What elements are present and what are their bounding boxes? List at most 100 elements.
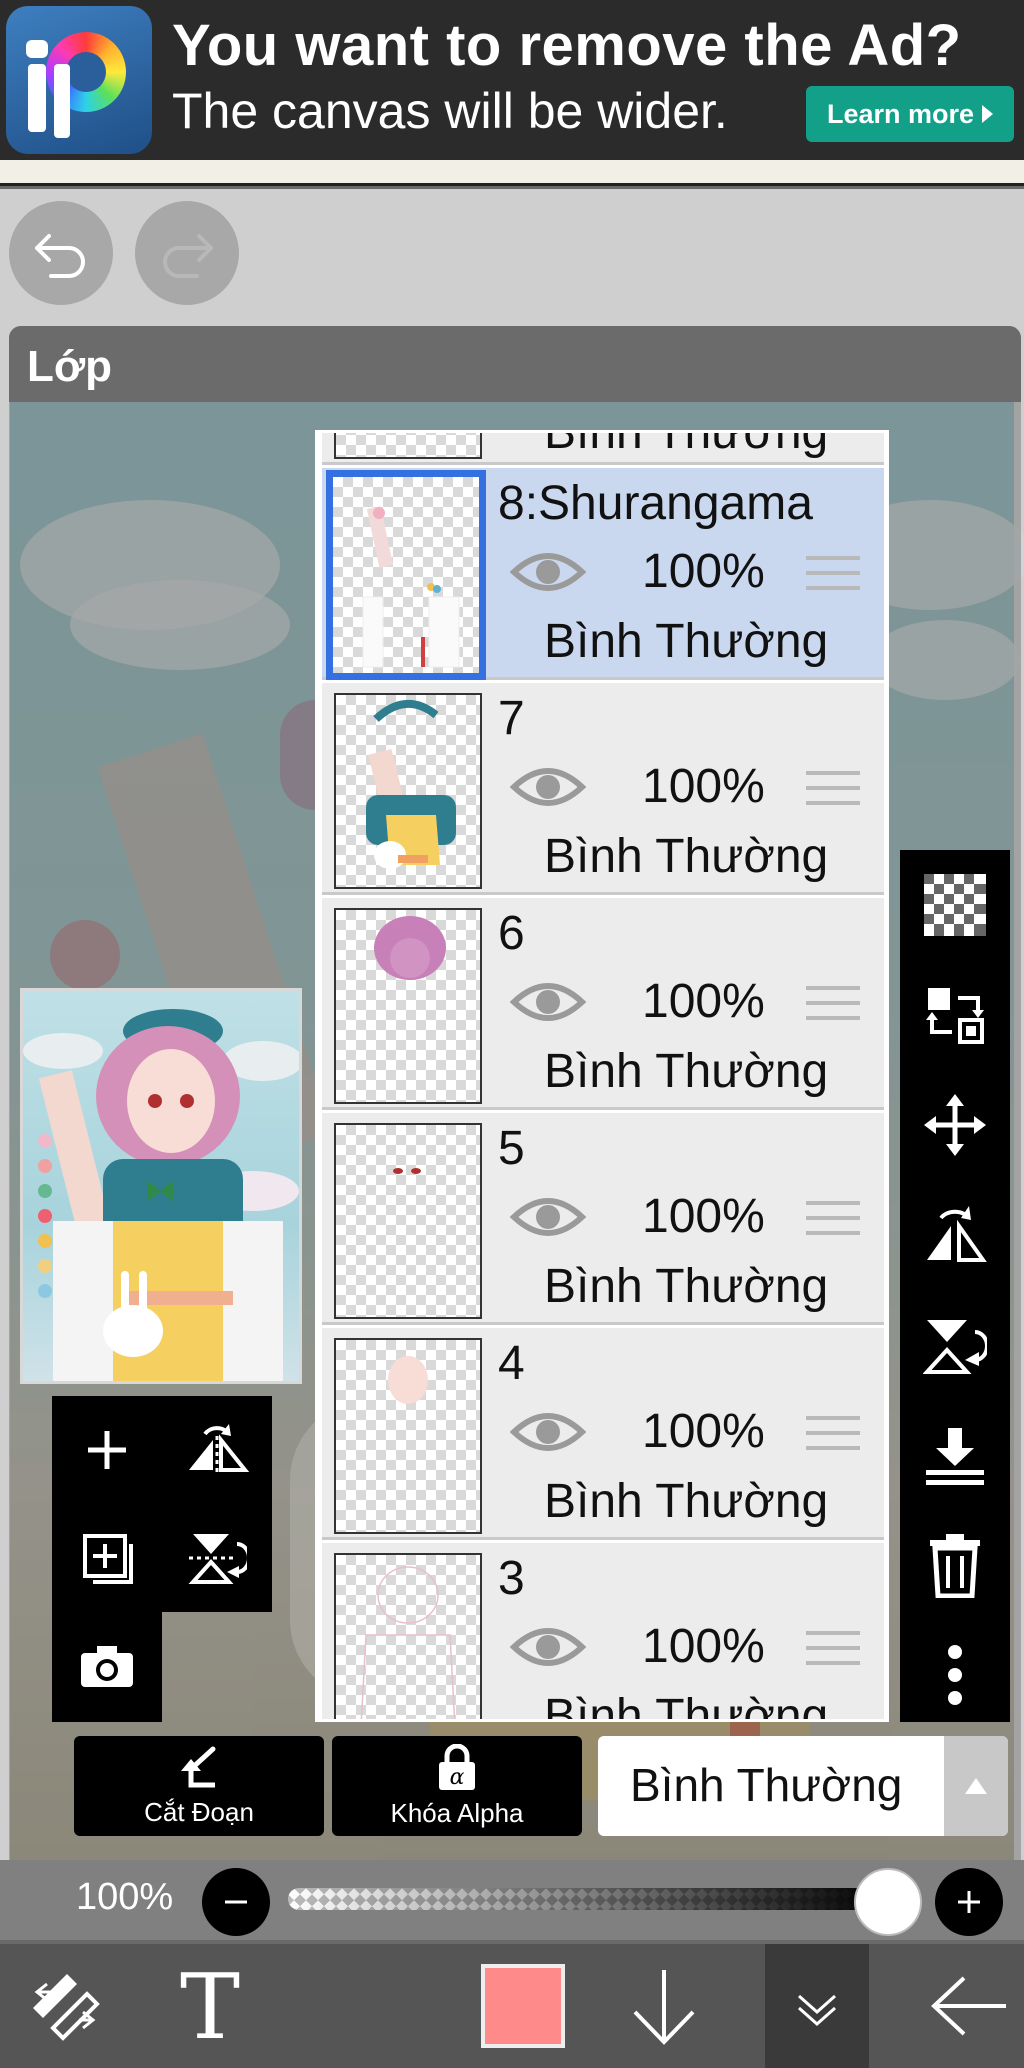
opacity-decrease-button[interactable] [202, 1868, 270, 1936]
opacity-slider[interactable] [288, 1888, 888, 1910]
bottom-toolbar: T [0, 1944, 1024, 2068]
left-toolbox [52, 1396, 272, 1612]
layer-row[interactable]: 7 100% Bình Thường [322, 683, 884, 895]
layer-blend-mode: Bình Thường [544, 830, 829, 883]
collapse-panel-button[interactable] [765, 1944, 869, 2068]
opacity-label: 100% [76, 1876, 174, 1918]
drag-handle-icon[interactable] [806, 1416, 860, 1456]
layer-name: 8:Shurangama [498, 477, 813, 530]
visibility-eye-icon[interactable] [510, 761, 586, 813]
layer-name: 6 [498, 907, 525, 960]
more-options-button[interactable] [900, 1620, 1010, 1730]
drag-handle-icon[interactable] [806, 771, 860, 811]
blend-mode-select[interactable]: Bình Thường [598, 1736, 1008, 1836]
down-arrow-icon [633, 1970, 695, 2045]
duplicate-layer-button[interactable] [52, 1504, 162, 1612]
layer-blend-mode: Bình Thường [544, 1475, 829, 1528]
layer-opacity: 100% [642, 1190, 765, 1243]
flip-horizontal-icon [189, 1424, 249, 1476]
ad-banner[interactable]: You want to remove the Ad? The canvas wi… [0, 0, 1024, 160]
more-icon [948, 1645, 962, 1705]
clipping-label: Cắt Đoạn [144, 1796, 254, 1827]
ad-subtitle: The canvas will be wider. [172, 83, 728, 139]
plus-icon [958, 1891, 980, 1913]
visibility-eye-icon[interactable] [510, 1406, 586, 1458]
learn-more-button[interactable]: Learn more [806, 86, 1014, 142]
swap-layers-icon [926, 988, 984, 1044]
transform-tool-icon [33, 1974, 100, 2041]
blend-mode-value: Bình Thường [630, 1759, 903, 1811]
visibility-eye-icon[interactable] [510, 976, 586, 1028]
alpha-lock-button[interactable]: α Khóa Alpha [332, 1736, 582, 1836]
drag-handle-icon[interactable] [806, 556, 860, 596]
flip-vertical-icon [188, 1534, 247, 1584]
alpha-lock-label: Khóa Alpha [390, 1797, 524, 1828]
transparency-button[interactable] [900, 850, 1010, 960]
layer-list[interactable]: Bình Thường 8:Shurangama 100% Bình Thườn… [315, 430, 889, 1722]
collapse-icon [798, 1994, 836, 2027]
clipping-button[interactable]: Cắt Đoạn [74, 1736, 324, 1836]
blend-mode-dropdown[interactable] [944, 1736, 1008, 1836]
layer-thumbnail [334, 1123, 482, 1319]
add-layer-button[interactable] [52, 1396, 162, 1504]
chevron-up-icon [965, 1778, 987, 1794]
opacity-slider-knob[interactable] [854, 1868, 922, 1936]
preview-artwork [23, 1009, 299, 1381]
layer-name: 7 [498, 692, 525, 745]
layer-row[interactable]: 8:Shurangama 100% Bình Thường [322, 468, 884, 680]
opacity-row: 100% [0, 1860, 1024, 1940]
layer-row[interactable]: 3 100% Bình Thường [322, 1543, 884, 1722]
layer-name: 5 [498, 1122, 525, 1175]
merge-down-button[interactable] [900, 1400, 1010, 1510]
ad-title: You want to remove the Ad? [172, 13, 962, 78]
layer-row[interactable]: 6 100% Bình Thường [322, 898, 884, 1110]
layer-thumbnail [334, 693, 482, 889]
camera-icon [81, 1646, 133, 1687]
flip-vertical-button[interactable] [162, 1504, 272, 1612]
layer-row[interactable]: 5 100% Bình Thường [322, 1113, 884, 1325]
svg-text:T: T [180, 1966, 240, 2046]
color-picker-button[interactable] [468, 1944, 578, 2068]
app-logo-icon [6, 6, 152, 154]
ad-divider [0, 160, 1024, 186]
swap-layers-button[interactable] [900, 960, 1010, 1070]
layer-opacity: 100% [642, 1620, 765, 1673]
layer-down-button[interactable] [612, 1944, 716, 2068]
text-tool-icon: T [180, 1966, 240, 2046]
redo-button[interactable] [135, 201, 239, 305]
duplicate-layer-icon [83, 1534, 133, 1584]
minus-icon [225, 1900, 247, 1904]
layer-row[interactable]: 4 100% Bình Thường [322, 1328, 884, 1540]
visibility-eye-icon[interactable] [510, 1621, 586, 1673]
flip-v-button[interactable] [900, 1290, 1010, 1400]
drag-handle-icon[interactable] [806, 1631, 860, 1671]
transform-tool-button[interactable] [10, 1944, 120, 2068]
svg-text:α: α [450, 1765, 465, 1790]
play-arrow-icon [982, 105, 994, 123]
flip-horizontal-button[interactable] [162, 1396, 272, 1504]
transparency-icon [924, 874, 986, 936]
canvas-preview[interactable] [20, 988, 302, 1384]
flip-h-button[interactable] [900, 1180, 1010, 1290]
trash-icon [930, 1534, 980, 1598]
layer-thumbnail [334, 1338, 482, 1534]
left-toolbox-bottom [52, 1612, 162, 1722]
layer-blend-mode: Bình Thường [544, 1690, 829, 1722]
text-tool-button[interactable]: T [160, 1944, 260, 2068]
undo-icon [35, 234, 85, 278]
delete-layer-button[interactable] [900, 1510, 1010, 1620]
opacity-increase-button[interactable] [935, 1868, 1003, 1936]
move-button[interactable] [900, 1070, 1010, 1180]
visibility-eye-icon[interactable] [510, 1191, 586, 1243]
drag-handle-icon[interactable] [806, 986, 860, 1026]
layer-opacity: 100% [642, 975, 765, 1028]
visibility-eye-icon[interactable] [510, 546, 586, 598]
undo-button[interactable] [9, 201, 113, 305]
back-button[interactable] [918, 1944, 1022, 2068]
drag-handle-icon[interactable] [806, 1201, 860, 1241]
layer-blend-mode: Bình Thường [544, 433, 828, 460]
camera-button[interactable] [52, 1612, 162, 1720]
flip-h-icon [927, 1206, 987, 1262]
layer-row-partial-top[interactable]: Bình Thường [322, 433, 884, 465]
layer-name: 4 [498, 1337, 525, 1390]
